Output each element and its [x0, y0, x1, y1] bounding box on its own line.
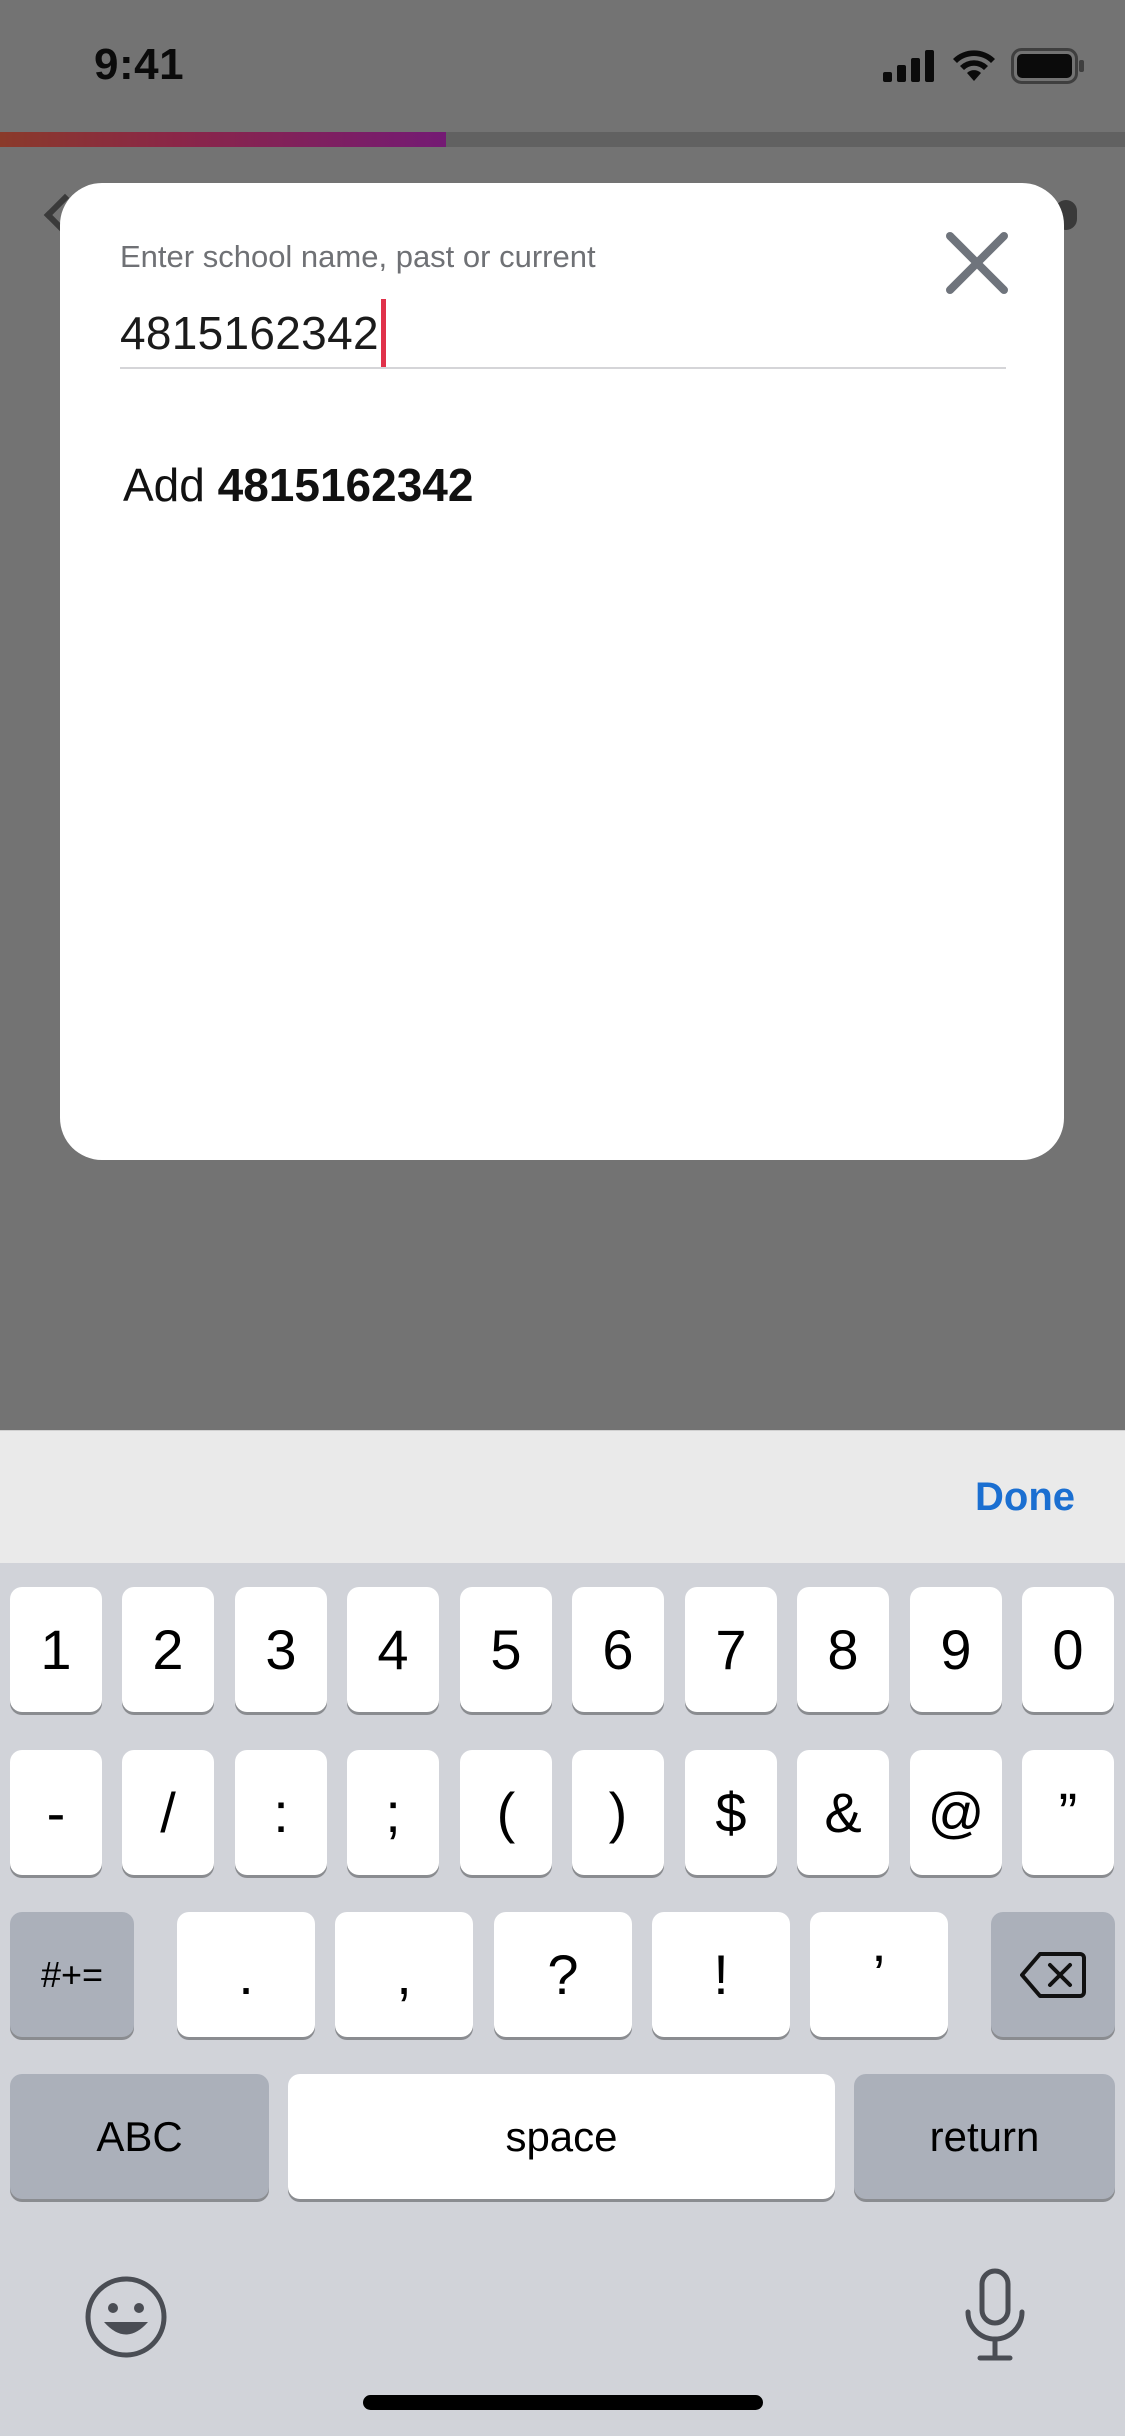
emoji-icon — [85, 2276, 167, 2358]
keyboard: 1 2 3 4 5 6 7 8 9 0 - / : ; ( ) $ & @ ” … — [0, 1563, 1125, 2436]
key-9[interactable]: 9 — [910, 1587, 1002, 1712]
delete-key[interactable] — [991, 1912, 1115, 2037]
key-return[interactable]: return — [854, 2074, 1115, 2199]
key-more-symbols[interactable]: #+= — [10, 1912, 134, 2037]
key-exclamation[interactable]: ! — [652, 1912, 790, 2037]
key-ampersand[interactable]: & — [797, 1750, 889, 1875]
school-search-modal: Enter school name, past or current 48151… — [60, 183, 1064, 1160]
text-caret — [380, 299, 386, 367]
close-icon — [946, 232, 1008, 294]
status-bar: 9:41 — [0, 0, 1125, 132]
key-dollar[interactable]: $ — [685, 1750, 777, 1875]
key-question[interactable]: ? — [494, 1912, 632, 2037]
microphone-button[interactable] — [960, 2268, 1030, 2364]
done-button[interactable]: Done — [975, 1475, 1075, 1520]
home-indicator — [363, 2395, 763, 2410]
key-close-paren[interactable]: ) — [572, 1750, 664, 1875]
key-2[interactable]: 2 — [122, 1587, 214, 1712]
key-5[interactable]: 5 — [460, 1587, 552, 1712]
key-open-paren[interactable]: ( — [460, 1750, 552, 1875]
key-8[interactable]: 8 — [797, 1587, 889, 1712]
emoji-button[interactable] — [84, 2275, 168, 2359]
key-colon[interactable]: : — [235, 1750, 327, 1875]
backspace-icon — [1020, 1951, 1086, 1998]
school-search-input-value[interactable]: 4815162342 — [120, 303, 379, 363]
key-quote[interactable]: ” — [1022, 1750, 1114, 1875]
key-1[interactable]: 1 — [10, 1587, 102, 1712]
key-7[interactable]: 7 — [685, 1587, 777, 1712]
key-apostrophe[interactable]: ’ — [810, 1912, 948, 2037]
battery-icon — [1011, 48, 1084, 84]
key-abc[interactable]: ABC — [10, 2074, 269, 2199]
key-period[interactable]: . — [177, 1912, 315, 2037]
key-comma[interactable]: , — [335, 1912, 473, 2037]
key-space[interactable]: space — [288, 2074, 835, 2199]
signal-icon — [883, 50, 934, 82]
key-6[interactable]: 6 — [572, 1587, 664, 1712]
key-4[interactable]: 4 — [347, 1587, 439, 1712]
status-icons — [883, 48, 1085, 84]
key-3[interactable]: 3 — [235, 1587, 327, 1712]
school-name-label: Enter school name, past or current — [120, 239, 596, 274]
add-option-prefix: Add — [123, 459, 218, 511]
key-slash[interactable]: / — [122, 1750, 214, 1875]
key-0[interactable]: 0 — [1022, 1587, 1114, 1712]
wifi-icon — [953, 50, 995, 81]
status-time: 9:41 — [94, 40, 185, 89]
key-semicolon[interactable]: ; — [347, 1750, 439, 1875]
key-hyphen[interactable]: - — [10, 1750, 102, 1875]
add-school-option[interactable]: Add 4815162342 — [123, 458, 473, 512]
progress-bar-fill — [0, 132, 446, 147]
keyboard-toolbar: Done — [0, 1430, 1125, 1563]
close-button[interactable] — [942, 228, 1012, 298]
add-option-value: 4815162342 — [217, 459, 474, 511]
progress-bar — [0, 132, 1125, 147]
school-search-input[interactable]: 4815162342 — [120, 299, 1006, 369]
key-at[interactable]: @ — [910, 1750, 1002, 1875]
microphone-icon — [965, 2268, 1025, 2361]
